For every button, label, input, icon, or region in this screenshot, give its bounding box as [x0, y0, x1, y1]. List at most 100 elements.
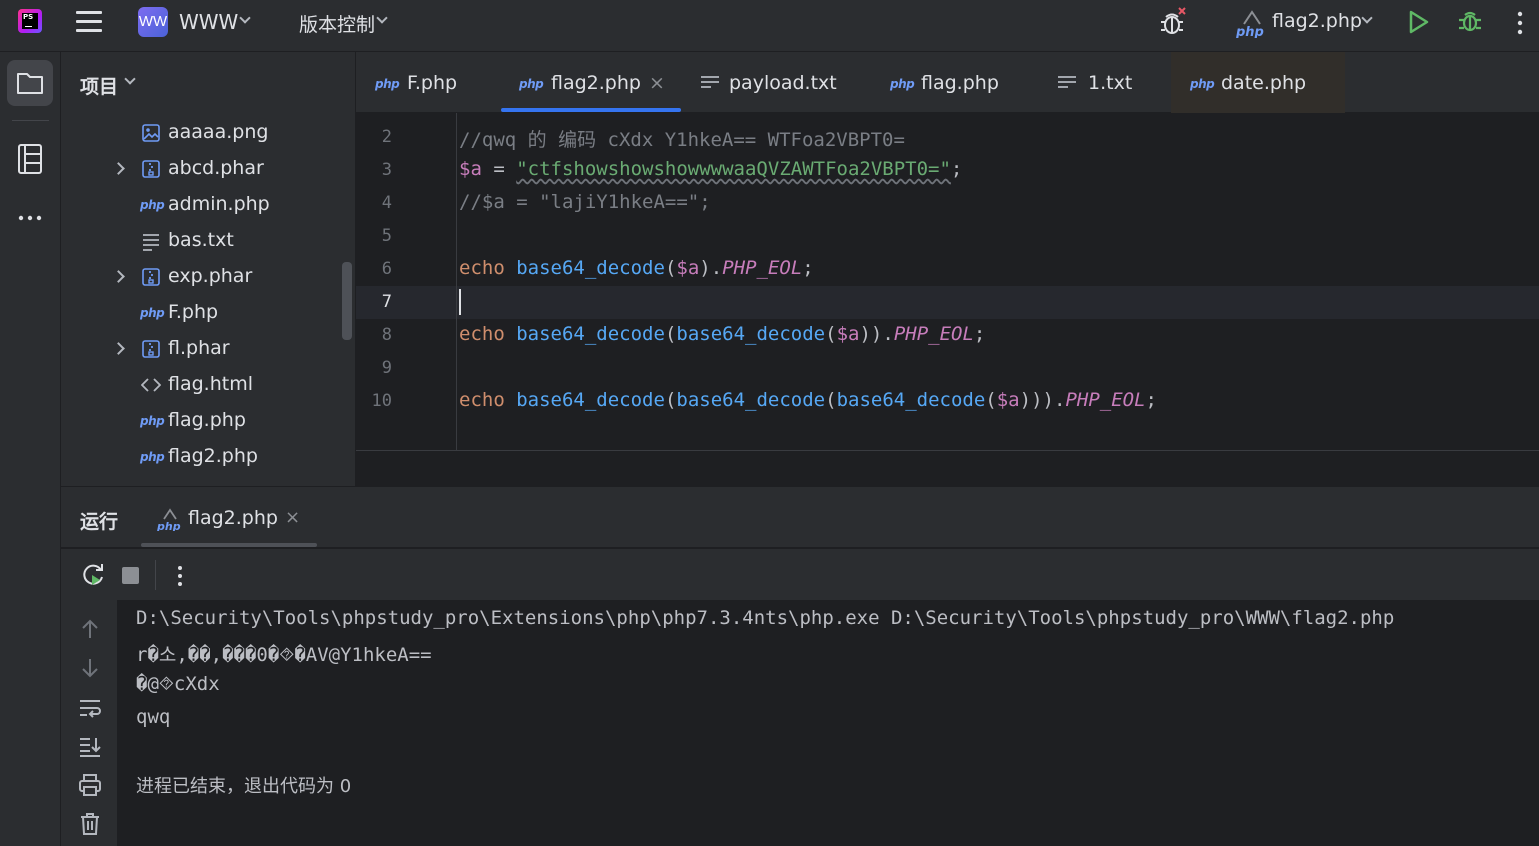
code-paren: ( — [664, 389, 677, 411]
app-logo-icon[interactable]: PS — [18, 9, 42, 33]
code-function: base64_decode — [516, 257, 665, 279]
code-paren: ) — [859, 323, 871, 345]
arrow-up-icon[interactable] — [77, 616, 103, 642]
tree-item-flag-php[interactable]: php flag.php — [62, 403, 342, 439]
code-line-3: $a = "ctfshowshowshowwwwaaQVZAWTFoa2VBPT… — [459, 158, 962, 180]
console-line: r�소,��,���0�⯑�AV@Y1hkeA== — [136, 644, 432, 666]
bug-error-icon[interactable] — [1157, 6, 1189, 38]
run-tab-indicator — [141, 543, 317, 547]
close-tab-icon[interactable]: × — [649, 72, 665, 94]
php-file-icon: php — [140, 414, 165, 428]
run-panel-title: 运行 — [80, 511, 119, 533]
text-file-icon — [1058, 76, 1076, 88]
archive-file-icon — [142, 160, 160, 178]
code-function: base64_decode — [676, 323, 826, 345]
tree-item-flag2-php[interactable]: php flag2.php — [62, 439, 342, 475]
trash-icon[interactable] — [77, 811, 103, 837]
php-file-icon: php — [519, 77, 544, 91]
chevron-right-icon[interactable] — [112, 162, 125, 175]
code-function: base64_decode — [516, 389, 665, 411]
tree-item-bas-txt[interactable]: bas.txt — [62, 223, 342, 259]
project-name[interactable]: WWW — [179, 10, 238, 34]
php-file-icon: php — [375, 77, 400, 91]
run-console[interactable] — [118, 600, 1539, 846]
tab-payload-txt[interactable]: payload.txt — [681, 52, 871, 113]
chevron-right-icon[interactable] — [112, 270, 125, 283]
code-keyword: echo — [459, 323, 505, 345]
code-paren: ( — [664, 323, 677, 345]
tree-item-f-php[interactable]: php F.php — [62, 295, 342, 331]
more-options-icon[interactable] — [1516, 10, 1524, 36]
stop-icon[interactable] — [122, 567, 139, 584]
tab-f-php[interactable]: php F.php — [356, 52, 501, 113]
project-tool-button[interactable] — [7, 60, 53, 106]
line-number: 5 — [381, 226, 392, 246]
print-icon[interactable] — [77, 772, 103, 798]
soft-wrap-icon[interactable] — [77, 695, 103, 721]
tab-flag2-php[interactable]: php flag2.php × — [501, 52, 681, 113]
project-scrollbar[interactable] — [342, 262, 352, 340]
code-operator: . — [1053, 389, 1066, 411]
close-run-tab-icon[interactable]: × — [285, 507, 300, 528]
hamburger-menu-icon[interactable] — [76, 11, 102, 33]
tree-item-exp-phar[interactable]: exp.phar — [62, 259, 342, 295]
code-keyword: echo — [459, 257, 505, 279]
scroll-to-end-icon[interactable] — [77, 733, 103, 759]
tab-label: flag2.php — [551, 72, 641, 94]
tree-item-flag-html[interactable]: flag.html — [62, 367, 342, 403]
code-semicolon: ; — [950, 158, 963, 180]
more-tools-icon[interactable] — [17, 208, 43, 228]
code-paren: ) — [1031, 389, 1043, 411]
php-file-icon: php — [140, 450, 165, 464]
php-run-config-icon[interactable]: php — [1236, 6, 1268, 38]
tree-item-label: flag.html — [168, 373, 253, 395]
tree-item-label: aaaaa.png — [168, 121, 269, 143]
tab-date-php[interactable]: php date.php — [1171, 52, 1345, 113]
vcs-menu[interactable]: 版本控制 — [299, 10, 375, 37]
tree-item-label: F.php — [168, 301, 219, 323]
code-constant: PHP_EOL — [722, 257, 803, 279]
run-tab-label[interactable]: flag2.php — [188, 507, 278, 529]
php-file-icon: php — [140, 198, 165, 212]
line-number: 3 — [381, 160, 392, 180]
tree-item-label: fl.phar — [168, 337, 230, 359]
chevron-right-icon[interactable] — [112, 342, 125, 355]
code-paren: ( — [664, 257, 677, 279]
code-paren: ( — [985, 389, 997, 411]
code-paren: ) — [1019, 389, 1032, 411]
current-line-highlight — [356, 286, 1539, 319]
tree-item-fl-phar[interactable]: fl.phar — [62, 331, 342, 367]
code-variable: $a — [836, 323, 860, 345]
code-paren: ( — [825, 389, 837, 411]
arrow-down-icon[interactable] — [77, 655, 103, 681]
strip-divider — [12, 120, 49, 121]
tree-item-aaaaa-png[interactable]: aaaaa.png — [62, 115, 342, 151]
structure-icon[interactable] — [17, 143, 43, 175]
line-number: 4 — [381, 193, 392, 213]
rerun-icon[interactable] — [80, 562, 106, 588]
gutter-divider — [456, 113, 457, 450]
code-variable: $a — [996, 389, 1020, 411]
tab-label: 1.txt — [1088, 72, 1133, 94]
run-icon[interactable] — [1408, 10, 1430, 34]
run-config-name[interactable]: flag2.php — [1272, 10, 1362, 32]
line-number: 2 — [381, 127, 392, 147]
image-file-icon — [142, 124, 160, 142]
tab-1-txt[interactable]: 1.txt — [1038, 52, 1171, 113]
code-line-10: echo base64_decode(base64_decode(base64_… — [459, 389, 1157, 411]
folder-icon — [17, 73, 43, 94]
svg-text:php: php — [1236, 25, 1264, 38]
code-variable: $a — [676, 257, 700, 279]
archive-file-icon — [142, 268, 160, 286]
text-caret — [459, 289, 461, 315]
project-badge[interactable]: WW — [138, 7, 168, 37]
tab-label: payload.txt — [729, 72, 837, 94]
more-options-icon[interactable] — [176, 564, 184, 588]
tree-item-admin-php[interactable]: php admin.php — [62, 187, 342, 223]
tree-item-abcd-phar[interactable]: abcd.phar — [62, 151, 342, 187]
console-exit-message: 进程已结束，退出代码为 0 — [136, 776, 352, 797]
project-panel-title[interactable]: 项目 — [80, 72, 118, 99]
code-constant: PHP_EOL — [893, 323, 974, 345]
debug-icon[interactable] — [1457, 8, 1483, 34]
tab-flag-php[interactable]: php flag.php — [871, 52, 1038, 113]
